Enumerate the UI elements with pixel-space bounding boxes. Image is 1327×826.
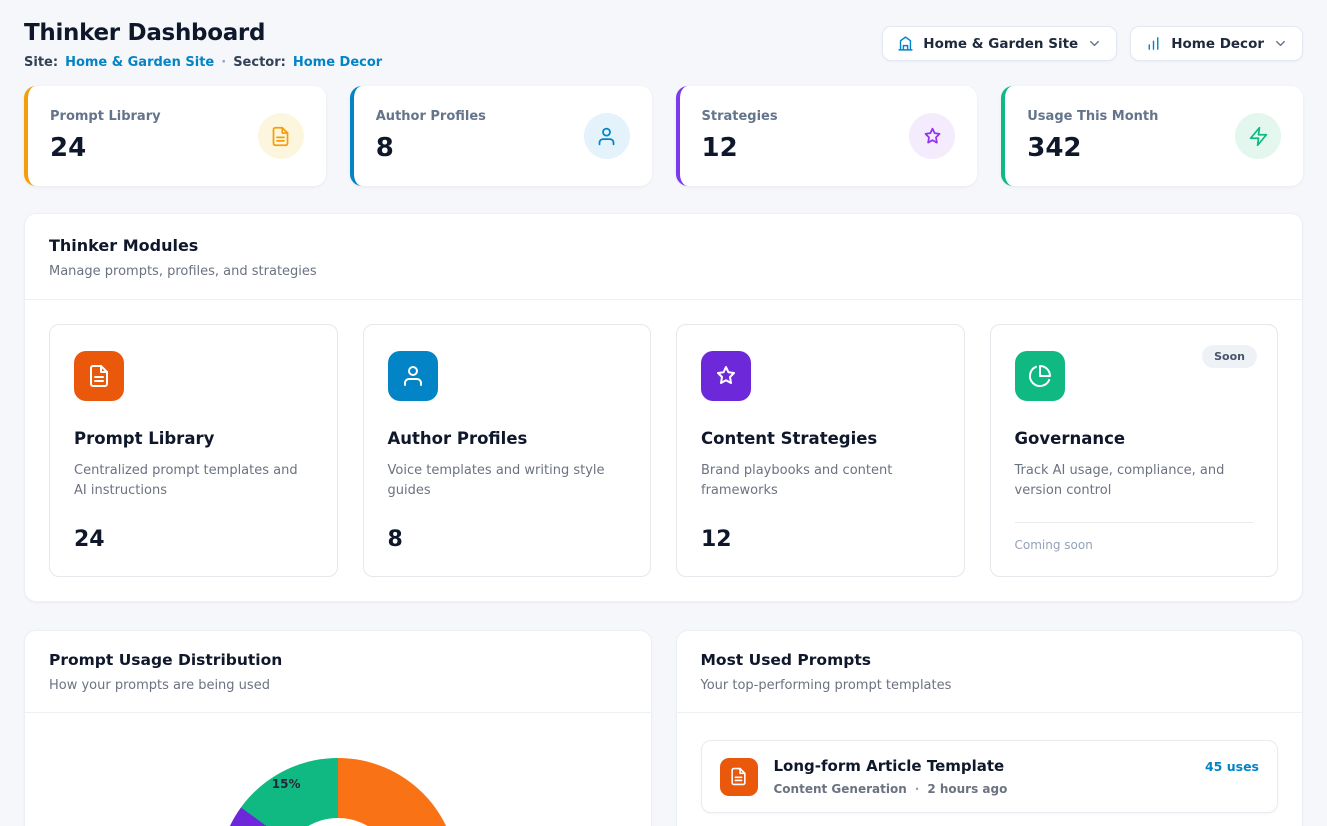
module-title: Author Profiles xyxy=(388,429,627,448)
sector-selector-dropdown[interactable]: Home Decor xyxy=(1130,26,1303,61)
stat-label: Usage This Month xyxy=(1027,109,1158,124)
prompt-item-meta: Content Generation · 2 hours ago xyxy=(774,782,1189,796)
module-card-content-strategies[interactable]: Content Strategies Brand playbooks and c… xyxy=(676,324,965,577)
stat-text: Usage This Month 342 xyxy=(1027,109,1158,163)
prompt-list-item[interactable]: Long-form Article Template Content Gener… xyxy=(701,740,1279,813)
user-icon xyxy=(584,113,630,159)
site-selector-value: Home & Garden Site xyxy=(923,36,1078,52)
pie-chart-icon xyxy=(1015,351,1065,401)
bar-chart-icon xyxy=(1145,35,1162,52)
separator-dot: · xyxy=(915,782,920,796)
module-card-author-profiles[interactable]: Author Profiles Voice templates and writ… xyxy=(363,324,652,577)
stat-card-strategies: Strategies 12 xyxy=(676,86,978,186)
header-selectors: Home & Garden Site Home Decor xyxy=(882,26,1303,61)
prompt-uses-badge: 45 uses xyxy=(1205,759,1259,774)
zap-icon xyxy=(1235,113,1281,159)
stat-label: Prompt Library xyxy=(50,109,161,124)
prompt-timestamp: 2 hours ago xyxy=(927,782,1007,796)
donut-slice-label: 15% xyxy=(272,777,301,791)
page-title: Thinker Dashboard xyxy=(24,20,382,46)
site-selector-dropdown[interactable]: Home & Garden Site xyxy=(882,26,1117,61)
modules-header: Thinker Modules Manage prompts, profiles… xyxy=(25,214,1302,300)
module-description: Track AI usage, compliance, and version … xyxy=(1015,461,1254,501)
sector-selector-value: Home Decor xyxy=(1171,36,1264,52)
prompt-item-text: Long-form Article Template Content Gener… xyxy=(774,757,1189,796)
stat-value: 24 xyxy=(50,133,161,163)
module-card-governance[interactable]: Soon Governance Track AI usage, complian… xyxy=(990,324,1279,577)
chevron-down-icon xyxy=(1273,36,1288,51)
chevron-down-icon xyxy=(1087,36,1102,51)
stat-label: Author Profiles xyxy=(376,109,486,124)
document-icon xyxy=(720,758,758,796)
stat-text: Prompt Library 24 xyxy=(50,109,161,163)
sector-label: Sector: xyxy=(233,55,286,70)
modules-subtitle: Manage prompts, profiles, and strategies xyxy=(49,264,1278,279)
header-titles: Thinker Dashboard Site: Home & Garden Si… xyxy=(24,20,382,70)
sparkles-icon xyxy=(701,351,751,401)
usage-panel-header: Prompt Usage Distribution How your promp… xyxy=(25,631,651,713)
document-icon xyxy=(258,113,304,159)
module-count: 8 xyxy=(388,527,627,552)
prompt-category: Content Generation xyxy=(774,782,907,796)
stats-row: Prompt Library 24 Author Profiles 8 Stra… xyxy=(24,86,1303,186)
sparkles-icon xyxy=(909,113,955,159)
module-title: Prompt Library xyxy=(74,429,313,448)
site-link[interactable]: Home & Garden Site xyxy=(65,55,214,70)
stat-value: 8 xyxy=(376,133,486,163)
module-count: 24 xyxy=(74,527,313,552)
prompts-panel-header: Most Used Prompts Your top-performing pr… xyxy=(677,631,1303,713)
module-count: 12 xyxy=(701,527,940,552)
user-icon xyxy=(388,351,438,401)
bottom-row: Prompt Usage Distribution How your promp… xyxy=(24,630,1303,826)
stat-text: Author Profiles 8 xyxy=(376,109,486,163)
module-description: Centralized prompt templates and AI inst… xyxy=(74,461,313,501)
usage-distribution-panel: Prompt Usage Distribution How your promp… xyxy=(24,630,652,826)
document-icon xyxy=(74,351,124,401)
module-card-prompt-library[interactable]: Prompt Library Centralized prompt templa… xyxy=(49,324,338,577)
building-icon xyxy=(897,35,914,52)
stat-card-usage: Usage This Month 342 xyxy=(1001,86,1303,186)
coming-soon-label: Coming soon xyxy=(1015,522,1254,552)
stat-card-prompt-library: Prompt Library 24 xyxy=(24,86,326,186)
stat-value: 12 xyxy=(702,133,778,163)
module-description: Voice templates and writing style guides xyxy=(388,461,627,501)
modules-title: Thinker Modules xyxy=(49,236,1278,255)
sector-link[interactable]: Home Decor xyxy=(293,55,382,70)
site-label: Site: xyxy=(24,55,58,70)
donut-chart: 15% xyxy=(218,758,458,826)
prompts-panel-subtitle: Your top-performing prompt templates xyxy=(701,678,1279,693)
module-title: Governance xyxy=(1015,429,1254,448)
prompts-panel-title: Most Used Prompts xyxy=(701,651,1279,669)
donut-chart-area: 15% xyxy=(25,713,651,826)
separator-dot: · xyxy=(221,55,226,70)
dashboard-page: Thinker Dashboard Site: Home & Garden Si… xyxy=(0,0,1327,826)
usage-panel-subtitle: How your prompts are being used xyxy=(49,678,627,693)
modules-grid: Prompt Library Centralized prompt templa… xyxy=(25,300,1302,601)
usage-panel-title: Prompt Usage Distribution xyxy=(49,651,627,669)
most-used-prompts-panel: Most Used Prompts Your top-performing pr… xyxy=(676,630,1304,826)
stat-text: Strategies 12 xyxy=(702,109,778,163)
stat-card-author-profiles: Author Profiles 8 xyxy=(350,86,652,186)
page-header: Thinker Dashboard Site: Home & Garden Si… xyxy=(24,20,1303,70)
stat-label: Strategies xyxy=(702,109,778,124)
prompt-item-title: Long-form Article Template xyxy=(774,757,1189,775)
soon-badge: Soon xyxy=(1202,345,1257,368)
module-title: Content Strategies xyxy=(701,429,940,448)
thinker-modules-section: Thinker Modules Manage prompts, profiles… xyxy=(24,213,1303,602)
module-description: Brand playbooks and content frameworks xyxy=(701,461,940,501)
stat-value: 342 xyxy=(1027,133,1158,163)
breadcrumb: Site: Home & Garden Site · Sector: Home … xyxy=(24,55,382,70)
